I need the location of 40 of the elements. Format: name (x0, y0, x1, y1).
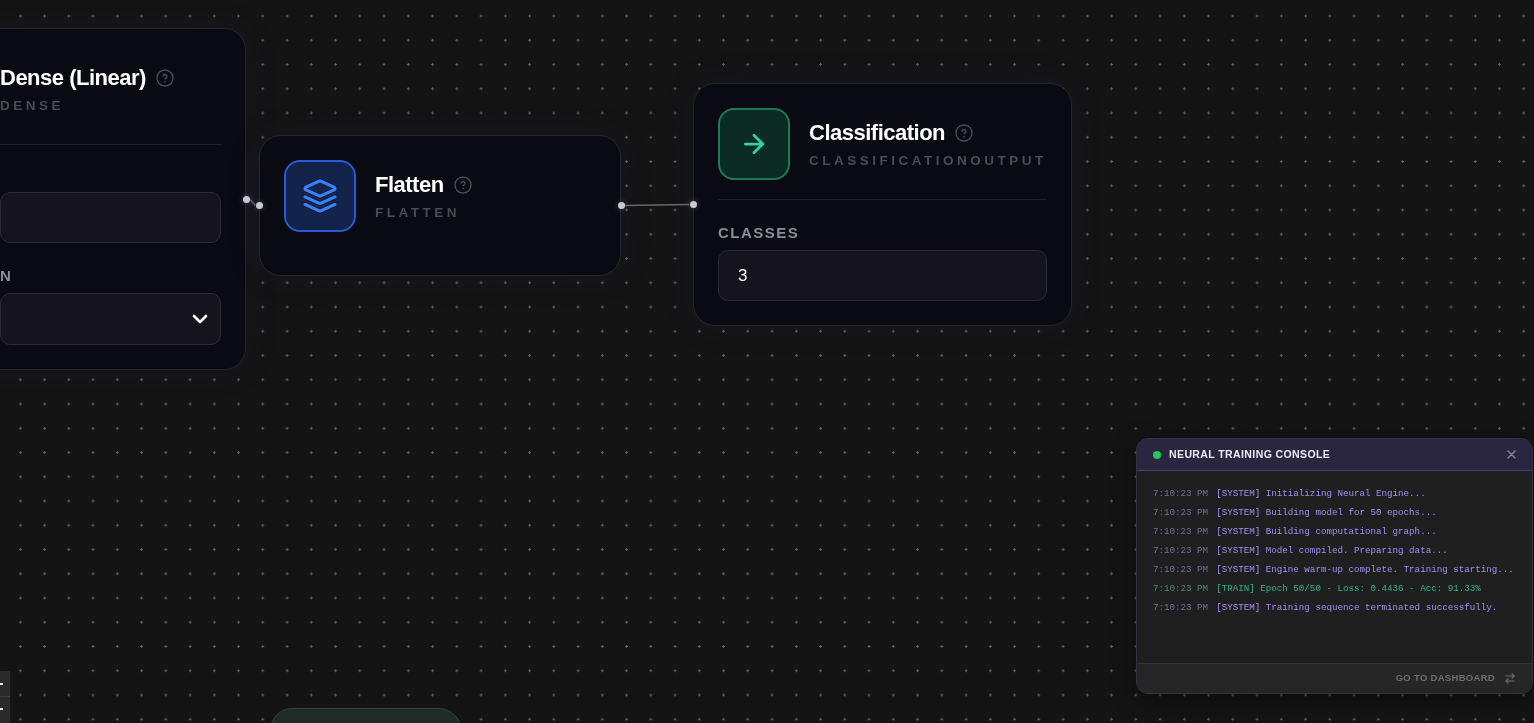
log-message: [SYSTEM] Building computational graph... (1216, 525, 1437, 539)
node-card[interactable]: Dense (Linear) DENSE N (0, 28, 246, 370)
node-title: Dense (Linear) (0, 64, 146, 91)
console-title: NEURAL TRAINING CONSOLE (1169, 446, 1331, 462)
node-title: Flatten (375, 171, 444, 198)
log-timestamp: 7:10:23 PM (1153, 544, 1209, 558)
log-timestamp: 7:10:23 PM (1153, 601, 1209, 615)
node-type-label: DENSE (0, 96, 64, 114)
minus-icon (0, 682, 3, 685)
log-timestamp: 7:10:23 PM (1153, 525, 1209, 539)
log-message: [SYSTEM] Model compiled. Preparing data... (1216, 544, 1448, 558)
field-label: N (0, 267, 13, 284)
minus-icon (0, 708, 3, 710)
help-icon[interactable] (955, 123, 974, 142)
layers-icon (284, 160, 356, 232)
help-icon[interactable] (453, 175, 472, 194)
node-card[interactable]: Flatten FLATTEN (259, 135, 621, 276)
help-icon[interactable] (155, 68, 174, 87)
input-field[interactable] (0, 192, 221, 243)
input-field[interactable]: 3 (718, 250, 1047, 301)
log-message: [SYSTEM] Engine warm-up complete. Training starting... (1216, 563, 1514, 577)
log-timestamp: 7:10:23 PM (1153, 487, 1209, 501)
log-timestamp: 7:10:23 PM (1153, 563, 1209, 577)
node-card[interactable]: Classification CLASSIFICATIONOUTPUT CLASSES 3 (693, 83, 1072, 326)
node-type-label: FLATTEN (375, 203, 460, 221)
log-message: [SYSTEM] Building model for 50 epochs... (1216, 506, 1437, 520)
log-message: [SYSTEM] Initializing Neural Engine... (1216, 487, 1426, 501)
select-field[interactable] (0, 293, 221, 345)
log-timestamp: 7:10:23 PM (1153, 582, 1209, 596)
connection-handle[interactable] (617, 202, 625, 209)
swap-arrows-icon (1504, 673, 1516, 684)
node-type-label: CLASSIFICATIONOUTPUT (809, 151, 1047, 169)
node-title: Classification (809, 119, 946, 146)
close-icon[interactable] (1507, 450, 1516, 459)
log-message: [TRAIN] Epoch 50/50 - Loss: 0.4436 - Acc: 91.33% (1216, 582, 1481, 596)
arrow-right-icon (718, 108, 790, 180)
field-label: CLASSES (718, 224, 800, 241)
log-timestamp: 7:10:23 PM (1153, 506, 1209, 520)
connection-handle[interactable] (689, 201, 697, 208)
log-message: [SYSTEM] Training sequence terminated successfully. (1216, 601, 1498, 615)
